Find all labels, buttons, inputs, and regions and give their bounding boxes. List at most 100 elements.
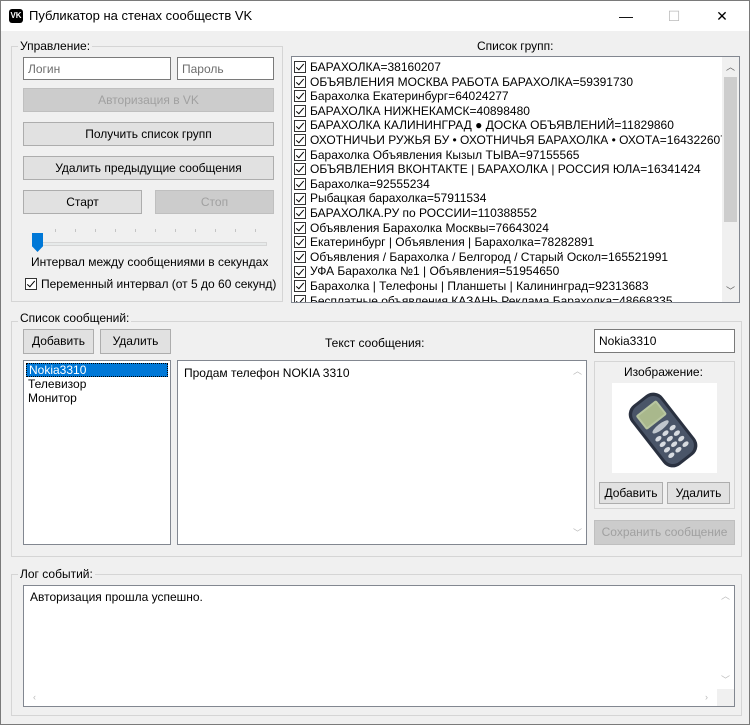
- checkbox-checked-icon[interactable]: [294, 192, 306, 205]
- scroll-down-icon[interactable]: ﹀: [717, 672, 734, 689]
- group-item-label: Барахолка | Телефоны | Планшеты | Калини…: [310, 278, 649, 293]
- message-list-item[interactable]: Телевизор: [26, 377, 168, 391]
- save-message-button[interactable]: Сохранить сообщение: [594, 520, 735, 545]
- log-text-area[interactable]: Авторизация прошла успешно. ︿ ﹀ ‹ ›: [23, 585, 735, 707]
- group-checkbox-item[interactable]: ОБЪЯВЛЕНИЯ МОСКВА РАБОТА БАРАХОЛКА=59391…: [292, 75, 722, 90]
- checkbox-checked-icon[interactable]: [25, 278, 37, 290]
- message-text-scrollbar[interactable]: ︿ ﹀: [569, 361, 586, 544]
- checkbox-checked-icon[interactable]: [294, 134, 306, 147]
- checkbox-checked-icon[interactable]: [294, 178, 306, 191]
- group-item-label: ОХОТНИЧЬИ РУЖЬЯ БУ • ОХОТНИЧЬЯ БАРАХОЛКА…: [310, 132, 727, 147]
- delete-previous-button[interactable]: Удалить предыдущие сообщения: [23, 156, 274, 180]
- group-checkbox-item[interactable]: ОХОТНИЧЬИ РУЖЬЯ БУ • ОХОТНИЧЬЯ БАРАХОЛКА…: [292, 133, 727, 148]
- checkbox-checked-icon[interactable]: [294, 75, 306, 88]
- group-checkbox-item[interactable]: Объявления Барахолка Москвы=76643024: [292, 221, 722, 236]
- stop-button[interactable]: Стоп: [155, 190, 274, 214]
- group-item-label: ОБЪЯВЛЕНИЯ ВКОНТАКТЕ | БАРАХОЛКА | РОССИ…: [310, 162, 701, 177]
- add-message-button[interactable]: Добавить: [23, 329, 94, 354]
- message-text-label: Текст сообщения:: [325, 336, 425, 350]
- window-title: Публикатор на стенах сообществ VK: [29, 8, 253, 23]
- add-image-button[interactable]: Добавить: [599, 482, 663, 504]
- checkbox-checked-icon[interactable]: [294, 251, 306, 264]
- variable-interval-label: Переменный интервал (от 5 до 60 секунд): [41, 277, 277, 291]
- checkbox-checked-icon[interactable]: [294, 90, 306, 103]
- auth-button[interactable]: Авторизация в VK: [23, 88, 274, 112]
- checkbox-checked-icon[interactable]: [294, 148, 306, 161]
- group-checkbox-item[interactable]: БАРАХОЛКА КАЛИНИНГРАД ● ДОСКА ОБЪЯВЛЕНИЙ…: [292, 118, 722, 133]
- log-group-label: Лог событий:: [18, 567, 95, 581]
- get-groups-button[interactable]: Получить список групп: [23, 122, 274, 146]
- group-checkbox-item[interactable]: Екатеринбург | Объявления | Барахолка=78…: [292, 235, 722, 250]
- checkbox-checked-icon[interactable]: [294, 207, 306, 220]
- group-item-label: Барахолка=92555234: [310, 176, 430, 191]
- checkbox-checked-icon[interactable]: [294, 119, 306, 132]
- interval-label: Интервал между сообщениями в секундах: [31, 255, 269, 269]
- checkbox-checked-icon[interactable]: [294, 265, 306, 278]
- slider-track: [34, 242, 267, 246]
- group-item-label: УФА Барахолка №1 | Объявления=51954650: [310, 264, 560, 279]
- checkbox-checked-icon[interactable]: [294, 163, 306, 176]
- group-item-label: БАРАХОЛКА=38160207: [310, 60, 441, 74]
- title-bar: VK Публикатор на стенах сообществ VK — ☐…: [1, 1, 749, 31]
- log-text: Авторизация прошла успешно.: [30, 590, 203, 604]
- checkbox-checked-icon[interactable]: [294, 280, 306, 293]
- close-button[interactable]: ✕: [699, 1, 745, 31]
- group-checkbox-item[interactable]: Барахолка Екатеринбург=64024277: [292, 89, 722, 104]
- log-hscrollbar[interactable]: ‹ ›: [24, 689, 717, 706]
- maximize-button[interactable]: ☐: [651, 1, 697, 31]
- messages-list[interactable]: Nokia3310 Телевизор Монитор: [23, 360, 171, 545]
- minimize-button[interactable]: —: [603, 1, 649, 31]
- group-checkbox-item[interactable]: Бесплатные объявления КАЗАНЬ Реклама Бар…: [292, 293, 722, 303]
- group-item-label: Барахолка Объявления Кызыл ТЫВА=97155565: [310, 147, 580, 162]
- checkbox-checked-icon[interactable]: [294, 105, 306, 118]
- scroll-down-icon[interactable]: ﹀: [722, 283, 739, 300]
- group-checkbox-item[interactable]: Барахолка Объявления Кызыл ТЫВА=97155565: [292, 148, 722, 163]
- start-button[interactable]: Старт: [23, 190, 142, 214]
- message-name-field[interactable]: Nokia3310: [594, 329, 735, 353]
- group-checkbox-item[interactable]: БАРАХОЛКА=38160207: [292, 60, 722, 75]
- login-field[interactable]: Логин: [23, 57, 171, 80]
- checkbox-checked-icon[interactable]: [294, 61, 306, 74]
- variable-interval-checkbox[interactable]: Переменный интервал (от 5 до 60 секунд): [23, 277, 276, 291]
- group-checkbox-item[interactable]: Барахолка=92555234: [292, 177, 722, 192]
- group-item-label: Барахолка Екатеринбург=64024277: [310, 89, 509, 104]
- vk-logo-icon: VK: [9, 9, 23, 23]
- groups-scrollbar[interactable]: ︿ ﹀: [722, 57, 739, 302]
- checkbox-checked-icon[interactable]: [294, 294, 306, 302]
- message-text: Продам телефон NOKIA 3310: [184, 366, 350, 380]
- group-checkbox-item[interactable]: БАРАХОЛКА.РУ по РОССИИ=110388552: [292, 206, 722, 221]
- scroll-up-icon[interactable]: ︿: [717, 588, 734, 605]
- checkbox-checked-icon[interactable]: [294, 236, 306, 249]
- group-item-label: ОБЪЯВЛЕНИЯ МОСКВА РАБОТА БАРАХОЛКА=59391…: [310, 74, 633, 89]
- app-window: VK Публикатор на стенах сообществ VK — ☐…: [0, 0, 750, 725]
- scroll-left-icon[interactable]: ‹: [26, 689, 43, 706]
- message-list-item[interactable]: Монитор: [26, 391, 168, 405]
- group-checkbox-item[interactable]: УФА Барахолка №1 | Объявления=51954650: [292, 264, 722, 279]
- groups-items: БАРАХОЛКА=38160207 ОБЪЯВЛЕНИЯ МОСКВА РАБО…: [292, 60, 727, 303]
- scroll-thumb[interactable]: [724, 77, 737, 222]
- message-text-area[interactable]: Продам телефон NOKIA 3310 ︿ ﹀: [177, 360, 587, 545]
- scroll-down-icon[interactable]: ﹀: [569, 525, 586, 542]
- message-list-item[interactable]: Nokia3310: [26, 363, 168, 377]
- group-item-label: Бесплатные объявления КАЗАНЬ Реклама Бар…: [310, 293, 673, 303]
- scroll-up-icon[interactable]: ︿: [722, 59, 739, 76]
- password-field[interactable]: Пароль: [177, 57, 274, 80]
- groups-checklist[interactable]: БАРАХОЛКА=38160207 ОБЪЯВЛЕНИЯ МОСКВА РАБО…: [291, 56, 740, 303]
- delete-message-button[interactable]: Удалить: [100, 329, 171, 354]
- group-checkbox-item[interactable]: Объявления / Барахолка / Белгород / Стар…: [292, 250, 722, 265]
- image-label: Изображение:: [624, 365, 703, 379]
- scroll-right-icon[interactable]: ›: [698, 689, 715, 706]
- delete-image-button[interactable]: Удалить: [667, 482, 730, 504]
- group-checkbox-item[interactable]: Барахолка | Телефоны | Планшеты | Калини…: [292, 279, 722, 294]
- groups-label: Список групп:: [477, 39, 554, 53]
- group-checkbox-item[interactable]: ОБЪЯВЛЕНИЯ ВКОНТАКТЕ | БАРАХОЛКА | РОССИ…: [292, 162, 722, 177]
- group-checkbox-item[interactable]: БАРАХОЛКА НИЖНЕКАМСК=40898480: [292, 104, 722, 119]
- group-checkbox-item[interactable]: Рыбацкая барахолка=57911534: [292, 191, 722, 206]
- checkbox-checked-icon[interactable]: [294, 221, 306, 234]
- group-item-label: Екатеринбург | Объявления | Барахолка=78…: [310, 235, 595, 250]
- messages-group-label: Список сообщений:: [18, 311, 132, 325]
- log-vscrollbar[interactable]: ︿ ﹀: [717, 586, 734, 691]
- group-item-label: Объявления / Барахолка / Белгород / Стар…: [310, 249, 669, 264]
- scroll-up-icon[interactable]: ︿: [569, 363, 586, 380]
- control-group-label: Управление:: [18, 39, 93, 53]
